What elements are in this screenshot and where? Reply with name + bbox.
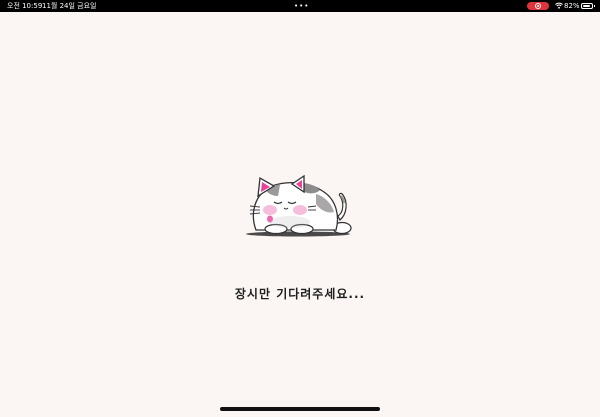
wifi-icon [555,2,563,9]
loading-message: 장시만 기다려주세요... [234,287,366,301]
status-time: 오전 10:59 [7,2,43,10]
battery-percent: 82% [564,2,580,10]
status-date: 11월 24일 금요일 [42,2,97,10]
battery-icon [581,3,595,9]
record-icon[interactable] [527,2,549,10]
status-bar: 오전 10:59 11월 24일 금요일 ••• 82% [0,0,600,12]
multitask-dots-button[interactable]: ••• [294,0,309,12]
home-indicator[interactable] [220,407,380,411]
sleeping-cat-icon [246,174,352,237]
